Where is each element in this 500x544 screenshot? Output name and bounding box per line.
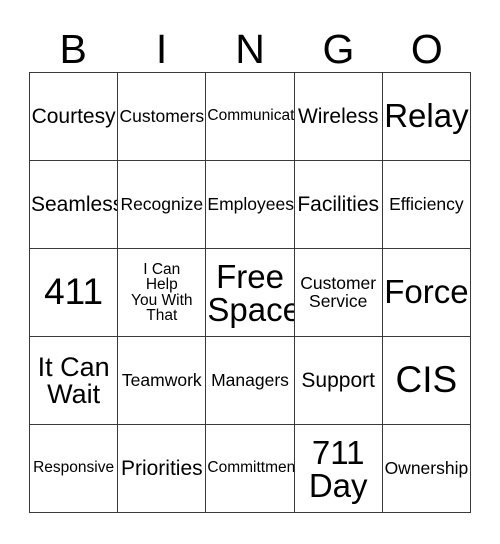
- bingo-cell[interactable]: 411: [30, 249, 119, 337]
- bingo-cell-label: Employees: [207, 194, 294, 215]
- bingo-cell[interactable]: Efficiency: [382, 161, 471, 249]
- bingo-cell-label: Facilities: [297, 192, 380, 216]
- bingo-cell[interactable]: Responsive: [30, 425, 119, 513]
- bingo-cell-label: Wireless: [297, 104, 379, 128]
- bingo-cell-label: Free Space: [207, 257, 295, 328]
- bingo-cell[interactable]: Wireless: [294, 73, 383, 161]
- bingo-cell[interactable]: Ownership: [382, 425, 471, 513]
- bingo-cell-label: Customers: [119, 106, 205, 127]
- bingo-header-letter-b: B: [59, 26, 87, 72]
- bingo-cell-label: Managers: [211, 370, 289, 391]
- bingo-cell-label: It Can Wait: [37, 351, 110, 409]
- bingo-header-letter-n: N: [235, 26, 265, 72]
- bingo-cell-label: Teamwork: [121, 370, 202, 391]
- bingo-cell-label: Courtesy: [31, 104, 116, 128]
- bingo-cell[interactable]: Employees: [206, 161, 295, 249]
- bingo-cell[interactable]: Committment: [206, 425, 295, 513]
- bingo-cell-label: CIS: [395, 359, 458, 401]
- bingo-cell-label: Ownership: [384, 458, 469, 479]
- bingo-header-row: B I N G O: [29, 14, 471, 72]
- bingo-cell-label: 411: [44, 271, 104, 313]
- bingo-cell[interactable]: Force: [382, 249, 471, 337]
- bingo-cell[interactable]: Priorities: [118, 425, 207, 513]
- bingo-cell-label: Force: [384, 273, 469, 311]
- bingo-cell-label: 711 Day: [308, 433, 368, 504]
- bingo-cell[interactable]: Seamless: [30, 161, 119, 249]
- bingo-cell[interactable]: Communicate: [206, 73, 295, 161]
- bingo-cell-label: Customer Service: [300, 273, 377, 311]
- bingo-grid: Courtesy Customers Communicate Wireless …: [29, 72, 471, 513]
- bingo-header-letter-o: O: [410, 26, 443, 72]
- bingo-cell-label: Efficiency: [389, 194, 464, 215]
- bingo-cell-label: Recognize: [120, 194, 204, 215]
- bingo-cell[interactable]: It Can Wait: [30, 337, 119, 425]
- bingo-cell[interactable]: Customer Service: [294, 249, 383, 337]
- bingo-header-letter-i: I: [155, 26, 168, 72]
- bingo-cell-label: Seamless: [31, 192, 119, 216]
- bingo-cell[interactable]: 711 Day: [294, 425, 383, 513]
- bingo-cell[interactable]: Customers: [118, 73, 207, 161]
- bingo-header-letter-g: G: [322, 26, 355, 72]
- bingo-cell[interactable]: Managers: [206, 337, 295, 425]
- bingo-cell[interactable]: Teamwork: [118, 337, 207, 425]
- bingo-cell-label: Support: [301, 368, 375, 392]
- bingo-cell[interactable]: I Can Help You With That: [118, 249, 207, 337]
- bingo-card: B I N G O Courtesy Customers Communicate…: [0, 0, 500, 544]
- bingo-cell-free-space[interactable]: Free Space: [206, 249, 295, 337]
- bingo-cell-label: Communicate: [207, 107, 295, 125]
- bingo-cell-label: Responsive: [33, 459, 115, 477]
- bingo-cell[interactable]: Relay: [382, 73, 471, 161]
- bingo-cell[interactable]: Courtesy: [30, 73, 119, 161]
- bingo-cell[interactable]: Facilities: [294, 161, 383, 249]
- bingo-cell[interactable]: Recognize: [118, 161, 207, 249]
- bingo-cell[interactable]: Support: [294, 337, 383, 425]
- bingo-cell-label: Relay: [384, 97, 469, 135]
- bingo-cell-label: Committment: [207, 459, 295, 477]
- bingo-cell-label: Priorities: [120, 456, 203, 480]
- bingo-cell[interactable]: CIS: [382, 337, 471, 425]
- bingo-cell-label: I Can Help You With That: [131, 260, 193, 324]
